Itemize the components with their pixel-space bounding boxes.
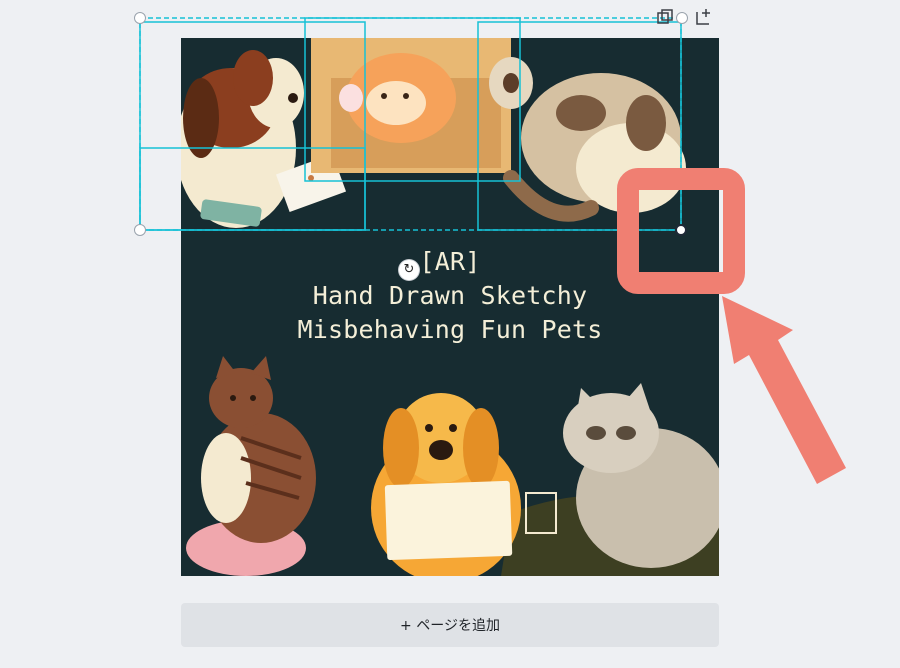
callout-annotation (617, 168, 846, 484)
highlight-square (617, 168, 745, 294)
pointer-arrow-icon (722, 296, 846, 484)
add-page-button[interactable]: + ページを追加 (181, 603, 719, 647)
